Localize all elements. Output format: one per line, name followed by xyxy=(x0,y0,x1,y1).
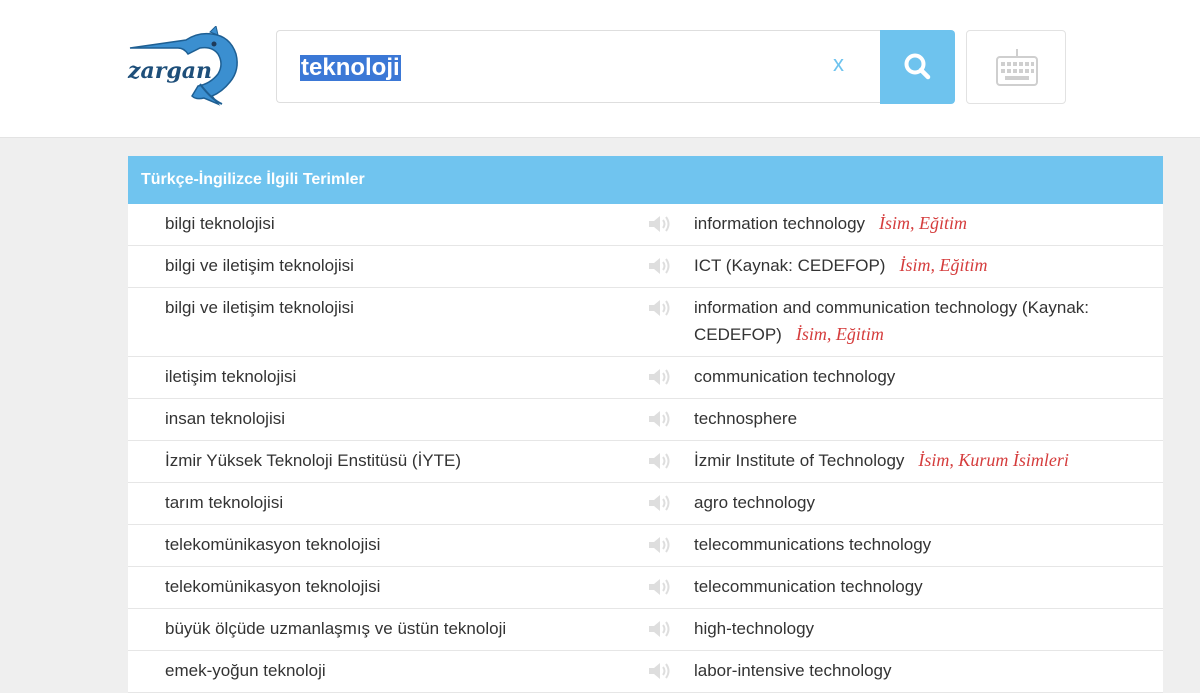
keyboard-icon xyxy=(996,49,1038,86)
turkish-term[interactable]: bilgi ve iletişim teknolojisi xyxy=(165,256,354,276)
result-row: emek-yoğun teknoloji labor-intensive tech… xyxy=(128,651,1163,693)
results-title: Türkçe-İngilizce İlgili Terimler xyxy=(128,156,1163,204)
search-box[interactable]: teknoloji x xyxy=(276,30,881,103)
english-translation: telecommunication technology xyxy=(694,573,1134,600)
english-translation: communication technology xyxy=(694,363,1134,390)
turkish-term[interactable]: tarım teknolojisi xyxy=(165,493,283,513)
speaker-icon[interactable] xyxy=(646,660,674,682)
speaker-icon[interactable] xyxy=(646,255,674,277)
turkish-term[interactable]: İzmir Yüksek Teknoloji Enstitüsü (İYTE) xyxy=(165,451,461,471)
result-row: bilgi ve iletişim teknolojisi information… xyxy=(128,288,1163,357)
category-tag: İsim, Eğitim xyxy=(899,255,988,275)
search-button[interactable] xyxy=(880,30,955,104)
speaker-icon[interactable] xyxy=(646,618,674,640)
speaker-icon[interactable] xyxy=(646,576,674,598)
english-translation: İzmir Institute of Technology İsim, Kurum… xyxy=(694,447,1134,474)
english-term[interactable]: high-technology xyxy=(694,619,814,638)
turkish-term[interactable]: büyük ölçüde uzmanlaşmış ve üstün teknol… xyxy=(165,619,506,639)
result-row: insan teknolojisi technosphere xyxy=(128,399,1163,441)
virtual-keyboard-button[interactable] xyxy=(966,30,1066,104)
category-tag: İsim, Eğitim xyxy=(879,213,968,233)
speaker-icon[interactable] xyxy=(646,213,674,235)
result-row: büyük ölçüde uzmanlaşmış ve üstün teknol… xyxy=(128,609,1163,651)
results-panel: Türkçe-İngilizce İlgili Terimler bilgi t… xyxy=(128,156,1163,693)
clear-search-button[interactable]: x xyxy=(833,51,844,77)
turkish-term[interactable]: bilgi teknolojisi xyxy=(165,214,275,234)
search-icon xyxy=(904,53,931,80)
result-row: İzmir Yüksek Teknoloji Enstitüsü (İYTE) İ… xyxy=(128,441,1163,483)
turkish-term[interactable]: telekomünikasyon teknolojisi xyxy=(165,535,380,555)
category-tag: İsim, Eğitim xyxy=(795,324,884,344)
speaker-icon[interactable] xyxy=(646,408,674,430)
turkish-term[interactable]: iletişim teknolojisi xyxy=(165,367,296,387)
result-row: iletişim teknolojisi communication techno… xyxy=(128,357,1163,399)
result-row: bilgi ve iletişim teknolojisi ICT (Kaynak… xyxy=(128,246,1163,288)
result-row: bilgi teknolojisi information technology İ… xyxy=(128,204,1163,246)
speaker-icon[interactable] xyxy=(646,492,674,514)
turkish-term[interactable]: emek-yoğun teknoloji xyxy=(165,661,326,681)
turkish-term[interactable]: insan teknolojisi xyxy=(165,409,285,429)
result-row: telekomünikasyon teknolojisi telecommunic… xyxy=(128,567,1163,609)
english-term[interactable]: labor-intensive technology xyxy=(694,661,892,680)
turkish-term[interactable]: bilgi ve iletişim teknolojisi xyxy=(165,298,354,318)
turkish-term[interactable]: telekomünikasyon teknolojisi xyxy=(165,577,380,597)
result-row: tarım teknolojisi agro technology xyxy=(128,483,1163,525)
english-translation: labor-intensive technology xyxy=(694,657,1134,684)
speaker-icon[interactable] xyxy=(646,534,674,556)
english-term[interactable]: İzmir Institute of Technology xyxy=(694,451,904,470)
english-term[interactable]: ICT (Kaynak: CEDEFOP) xyxy=(694,256,885,275)
english-term[interactable]: information and communication technology… xyxy=(694,298,1089,344)
results-list: bilgi teknolojisi information technology İ… xyxy=(128,204,1163,693)
english-term[interactable]: telecommunication technology xyxy=(694,577,923,596)
speaker-icon[interactable] xyxy=(646,297,674,319)
zargan-logo[interactable]: zargan xyxy=(126,25,242,108)
english-term[interactable]: technosphere xyxy=(694,409,797,428)
english-translation: ICT (Kaynak: CEDEFOP) İsim, Eğitim xyxy=(694,252,1134,279)
english-term[interactable]: telecommunications technology xyxy=(694,535,931,554)
english-term[interactable]: information technology xyxy=(694,214,865,233)
category-tag: İsim, Kurum İsimleri xyxy=(918,450,1069,470)
speaker-icon[interactable] xyxy=(646,450,674,472)
speaker-icon[interactable] xyxy=(646,366,674,388)
english-translation: agro technology xyxy=(694,489,1134,516)
english-translation: high-technology xyxy=(694,615,1134,642)
header: zargan teknoloji x xyxy=(0,0,1200,138)
english-translation: telecommunications technology xyxy=(694,531,1134,558)
result-row: telekomünikasyon teknolojisi telecommunic… xyxy=(128,525,1163,567)
english-translation: information technology İsim, Eğitim xyxy=(694,210,1134,237)
english-term[interactable]: communication technology xyxy=(694,367,895,386)
search-input[interactable]: teknoloji xyxy=(300,55,401,81)
english-translation: technosphere xyxy=(694,405,1134,432)
logo-text: zargan xyxy=(127,58,212,84)
english-translation: information and communication technology… xyxy=(694,294,1134,348)
english-term[interactable]: agro technology xyxy=(694,493,815,512)
